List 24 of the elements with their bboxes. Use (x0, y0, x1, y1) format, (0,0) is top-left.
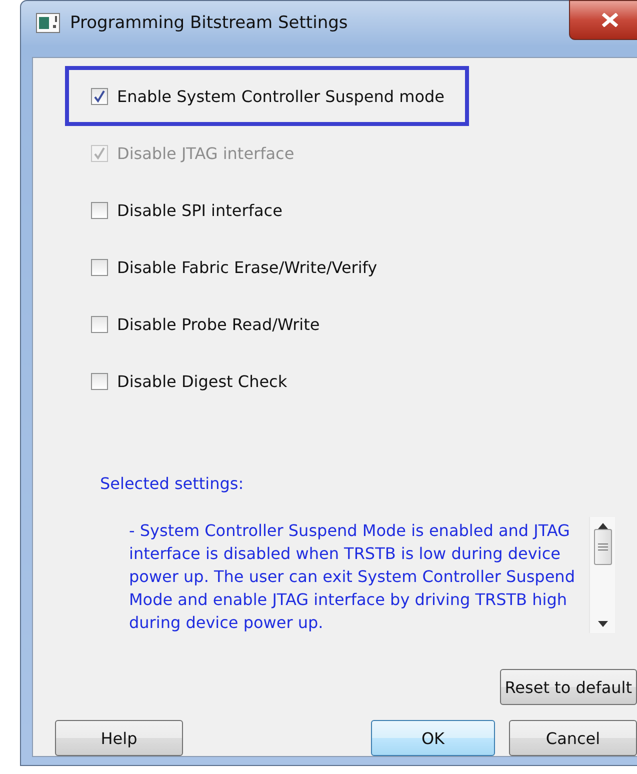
ok-button[interactable]: OK (371, 720, 495, 756)
checkbox[interactable] (91, 202, 108, 219)
close-icon (601, 13, 619, 27)
checkbox-label: Disable SPI interface (117, 201, 282, 220)
checkbox-label: Disable Probe Read/Write (117, 315, 320, 334)
checkbox-label: Enable System Controller Suspend mode (117, 87, 445, 106)
scrollbar[interactable] (589, 517, 615, 633)
checkbox-label: Disable JTAG interface (117, 144, 294, 163)
checkbox[interactable] (91, 316, 108, 333)
scroll-thumb[interactable] (594, 529, 612, 565)
window-title: Programming Bitstream Settings (70, 13, 348, 33)
cancel-button[interactable]: Cancel (509, 720, 637, 756)
checkbox-label: Disable Fabric Erase/Write/Verify (117, 258, 378, 277)
window-app-icon (36, 13, 60, 33)
checkbox-label: Disable Digest Check (117, 372, 288, 391)
scroll-down-icon[interactable] (598, 621, 608, 627)
checkbox[interactable] (91, 88, 108, 105)
reset-button[interactable]: Reset to default (500, 669, 637, 705)
section-heading: Selected settings: (100, 474, 245, 493)
checkbox[interactable] (91, 259, 108, 276)
settings-description: - System Controller Suspend Mode is enabled and JTAG interface is disabled when TRSTB is low during device power up. The user can exit System Controller Suspend Mode and enable JTAG interface by driving TRSTB high during device power up. (129, 520, 576, 633)
close-button[interactable] (569, 0, 637, 40)
help-button[interactable]: Help (55, 720, 183, 756)
checkbox[interactable] (91, 373, 108, 390)
